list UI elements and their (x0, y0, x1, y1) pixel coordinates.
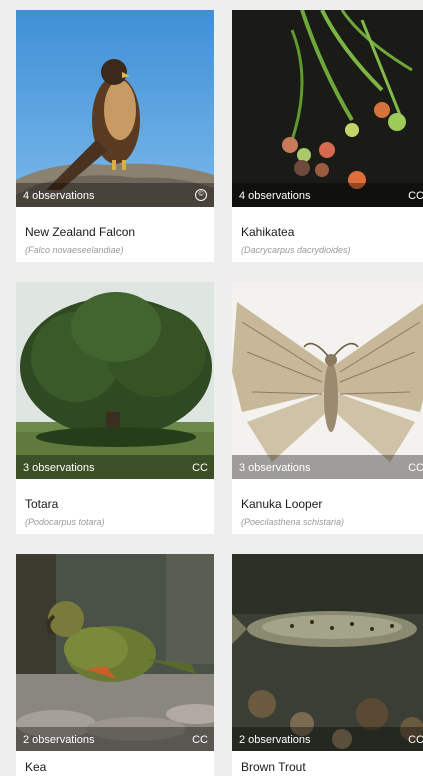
observations-count[interactable]: 2 observations (239, 734, 311, 746)
species-card-new-zealand-falcon[interactable]: 4 observations © New Zealand Falcon (Fal… (16, 10, 214, 262)
cc-license-label[interactable]: CC (192, 734, 208, 746)
observations-count[interactable]: 3 observations (239, 462, 311, 474)
species-card-totara[interactable]: 3 observations CC Totara (Podocarpus tot… (16, 282, 214, 534)
cc-license-label[interactable]: CC (408, 190, 423, 202)
cc-license-label[interactable]: CC (408, 734, 423, 746)
species-photo[interactable]: 3 observations CC (16, 282, 214, 479)
observations-count[interactable]: 2 observations (23, 734, 95, 746)
photo-caption-bar: 4 observations CC (232, 183, 423, 207)
species-photo[interactable]: 4 observations © (16, 10, 214, 207)
observations-count[interactable]: 4 observations (239, 190, 311, 202)
species-scientific-name: (Dacrycarpus dacrydioides) (241, 245, 351, 255)
species-scientific-name: (Falco novaeseelandiae) (25, 245, 124, 255)
species-common-name[interactable]: Kea (25, 760, 46, 774)
species-common-name[interactable]: Totara (25, 497, 58, 511)
species-card-kea[interactable]: 2 observations CC Kea (16, 554, 214, 776)
species-photo[interactable]: 3 observations CC (232, 282, 423, 479)
copyright-icon[interactable]: © (195, 189, 207, 201)
photo-caption-bar: 4 observations © (16, 183, 214, 207)
observations-count[interactable]: 4 observations (23, 190, 95, 202)
species-photo[interactable]: 2 observations CC (16, 554, 214, 751)
species-common-name[interactable]: New Zealand Falcon (25, 225, 135, 239)
photo-caption-bar: 2 observations CC (232, 727, 423, 751)
species-photo[interactable]: 4 observations CC (232, 10, 423, 207)
species-card-brown-trout[interactable]: 2 observations CC Brown Trout (232, 554, 423, 776)
cc-license-label[interactable]: CC (192, 462, 208, 474)
species-common-name[interactable]: Kahikatea (241, 225, 294, 239)
observations-count[interactable]: 3 observations (23, 462, 95, 474)
species-scientific-name: (Poecilasthena schistaria) (241, 517, 345, 527)
photo-caption-bar: 2 observations CC (16, 727, 214, 751)
cc-license-label[interactable]: CC (408, 462, 423, 474)
species-card-kanuka-looper[interactable]: 3 observations CC Kanuka Looper (Poecila… (232, 282, 423, 534)
species-grid: 4 observations © New Zealand Falcon (Fal… (0, 0, 423, 776)
species-scientific-name: (Podocarpus totara) (25, 517, 105, 527)
species-photo[interactable]: 2 observations CC (232, 554, 423, 751)
species-common-name[interactable]: Kanuka Looper (241, 497, 322, 511)
species-card-kahikatea[interactable]: 4 observations CC Kahikatea (Dacrycarpus… (232, 10, 423, 262)
species-common-name[interactable]: Brown Trout (241, 760, 306, 774)
photo-caption-bar: 3 observations CC (16, 455, 214, 479)
photo-caption-bar: 3 observations CC (232, 455, 423, 479)
